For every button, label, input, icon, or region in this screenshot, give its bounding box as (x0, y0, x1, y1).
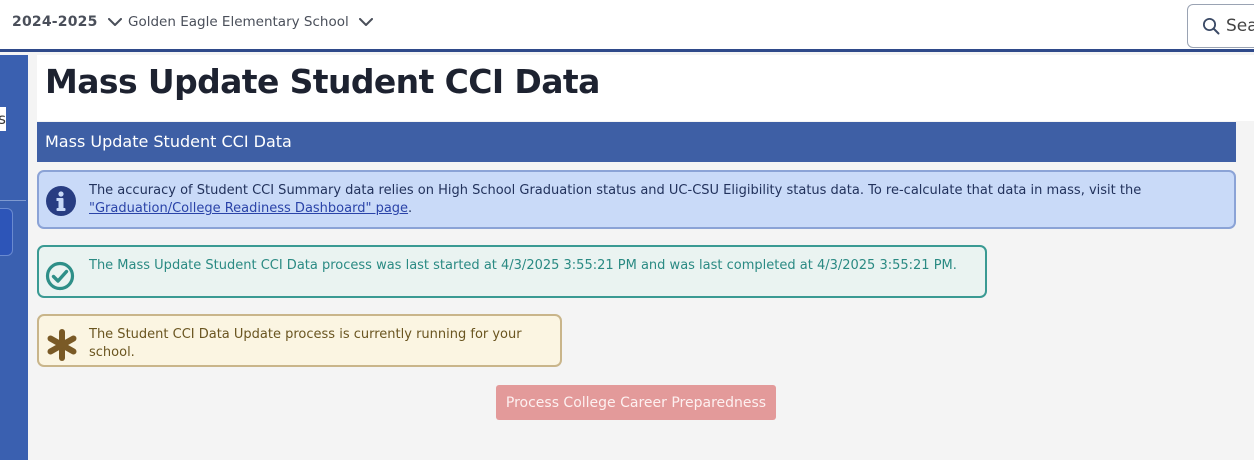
info-alert-suffix: . (408, 201, 413, 216)
school-selector[interactable]: Golden Eagle Elementary School (128, 14, 373, 30)
info-alert: The accuracy of Student CCI Summary data… (37, 170, 1236, 229)
panel-header: Mass Update Student CCI Data (37, 122, 1236, 162)
chevron-down-icon (107, 17, 122, 26)
search-input[interactable] (1226, 16, 1254, 36)
warning-alert-text: The Student CCI Data Update process is c… (89, 327, 522, 360)
search-icon (1202, 17, 1220, 35)
asterisk-icon (46, 329, 78, 367)
chevron-down-icon (358, 17, 373, 26)
warning-alert: The Student CCI Data Update process is c… (37, 314, 562, 367)
sidebar-item-label[interactable]: s (0, 107, 6, 131)
info-alert-message: The accuracy of Student CCI Summary data… (89, 182, 1218, 218)
info-alert-text: The accuracy of Student CCI Summary data… (89, 183, 1142, 198)
top-bar: 2024-2025 Golden Eagle Elementary School (0, 0, 1254, 52)
sidebar-divider (0, 200, 26, 201)
sidebar: s (0, 55, 28, 460)
graduation-dashboard-link[interactable]: "Graduation/College Readiness Dashboard"… (89, 201, 408, 216)
success-alert: The Mass Update Student CCI Data process… (37, 245, 987, 298)
search-box[interactable] (1187, 4, 1254, 48)
page-title: Mass Update Student CCI Data (45, 62, 600, 101)
year-selector[interactable]: 2024-2025 (12, 14, 122, 30)
year-selector-label: 2024-2025 (12, 14, 98, 30)
info-circle-icon (45, 185, 77, 223)
check-circle-icon (45, 261, 75, 297)
success-alert-text: The Mass Update Student CCI Data process… (89, 258, 957, 273)
school-selector-label: Golden Eagle Elementary School (128, 14, 349, 30)
sidebar-active-item[interactable] (0, 208, 13, 256)
process-ccp-button[interactable]: Process College Career Preparedness (496, 385, 776, 420)
